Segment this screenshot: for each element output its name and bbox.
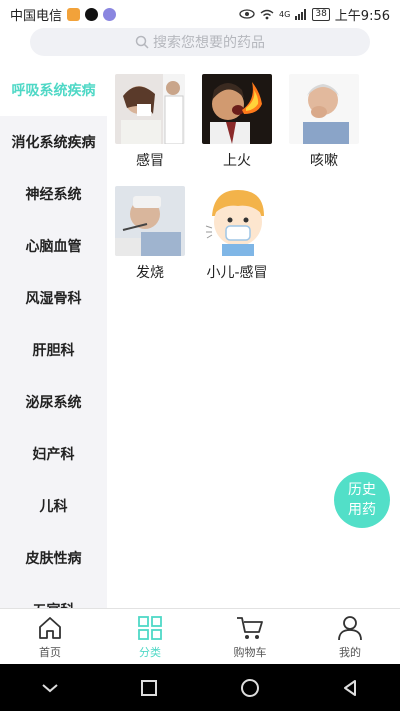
fab-line1: 历史 xyxy=(348,482,376,498)
item-cough[interactable]: 咳嗽 xyxy=(288,74,360,170)
sidebar-item-obstetrics[interactable]: 妇产科 xyxy=(0,428,107,480)
chevron-down-icon[interactable] xyxy=(41,682,59,694)
back-icon[interactable] xyxy=(341,679,359,697)
item-fever[interactable]: 发烧 xyxy=(114,186,186,282)
tab-category[interactable]: 分类 xyxy=(100,609,200,665)
status-bar: 中国电信 4G 38 上午9:56 xyxy=(0,0,400,28)
status-right: 4G 38 上午9:56 xyxy=(239,5,390,24)
system-nav-bar xyxy=(0,664,400,711)
signal-icon xyxy=(295,8,307,20)
carrier-label: 中国电信 xyxy=(10,8,63,24)
sidebar-item-rheumatology[interactable]: 风湿骨科 xyxy=(0,272,107,324)
recent-apps-icon[interactable] xyxy=(140,679,158,697)
network-type: 4G xyxy=(279,9,291,19)
item-child-cold[interactable]: 小儿-感冒 xyxy=(201,186,273,282)
item-label: 上火 xyxy=(223,153,251,169)
search-placeholder: 搜索您想要的药品 xyxy=(153,35,265,51)
fire-photo-icon xyxy=(202,74,272,144)
battery-indicator: 38 xyxy=(312,7,330,21)
tab-cart[interactable]: 购物车 xyxy=(200,609,300,665)
item-heat[interactable]: 上火 xyxy=(201,74,273,170)
tab-label: 购物车 xyxy=(233,645,267,659)
sidebar-item-digestive[interactable]: 消化系统疾病 xyxy=(0,116,107,168)
eye-icon xyxy=(239,9,255,19)
status-left: 中国电信 xyxy=(10,5,117,24)
cold-photo-icon xyxy=(115,74,185,144)
sidebar-item-nervous[interactable]: 神经系统 xyxy=(0,168,107,220)
search-input[interactable]: 搜索您想要的药品 xyxy=(30,28,370,56)
tiktok-icon xyxy=(85,7,99,21)
sidebar-item-hepatobiliary[interactable]: 肝胆科 xyxy=(0,324,107,376)
search-icon xyxy=(135,35,149,49)
sidebar-item-dermatology[interactable]: 皮肤性病 xyxy=(0,532,107,584)
child-cold-illustration-icon xyxy=(202,186,272,256)
home-icon xyxy=(39,616,61,639)
bottom-tab-bar: 首页 分类 购物车 我的 xyxy=(0,608,400,665)
tab-label: 分类 xyxy=(139,645,161,659)
fab-line2: 用药 xyxy=(348,502,376,518)
sidebar-item-pediatrics[interactable]: 儿科 xyxy=(0,480,107,532)
category-sidebar: 呼吸系统疾病 消化系统疾病 神经系统 心脑血管 风湿骨科 肝胆科 泌尿系统 妇产… xyxy=(0,64,107,608)
app-notification-icon xyxy=(67,7,81,21)
sidebar-item-respiratory[interactable]: 呼吸系统疾病 xyxy=(0,64,107,116)
sidebar-item-cardio[interactable]: 心脑血管 xyxy=(0,220,107,272)
wifi-icon xyxy=(260,9,274,19)
item-label: 咳嗽 xyxy=(310,153,338,169)
tab-label: 首页 xyxy=(39,645,61,659)
item-label: 感冒 xyxy=(136,153,164,169)
category-icon xyxy=(138,615,162,640)
home-circle-icon[interactable] xyxy=(240,678,260,698)
item-cold[interactable]: 感冒 xyxy=(114,74,186,170)
item-label: 小儿-感冒 xyxy=(206,265,268,281)
cough-photo-icon xyxy=(289,74,359,144)
history-medication-button[interactable]: 历史 用药 xyxy=(334,472,390,528)
clock: 上午9:56 xyxy=(334,8,390,24)
sidebar-item-urinary[interactable]: 泌尿系统 xyxy=(0,376,107,428)
fever-photo-icon xyxy=(115,186,185,256)
tab-home[interactable]: 首页 xyxy=(0,609,100,665)
tab-label: 我的 xyxy=(339,645,361,659)
profile-icon xyxy=(338,615,362,640)
music-icon xyxy=(103,7,117,21)
tab-profile[interactable]: 我的 xyxy=(300,609,400,665)
sidebar-item-ent[interactable]: 五官科 xyxy=(0,584,107,608)
cart-icon xyxy=(237,616,263,639)
item-label: 发烧 xyxy=(136,265,164,281)
